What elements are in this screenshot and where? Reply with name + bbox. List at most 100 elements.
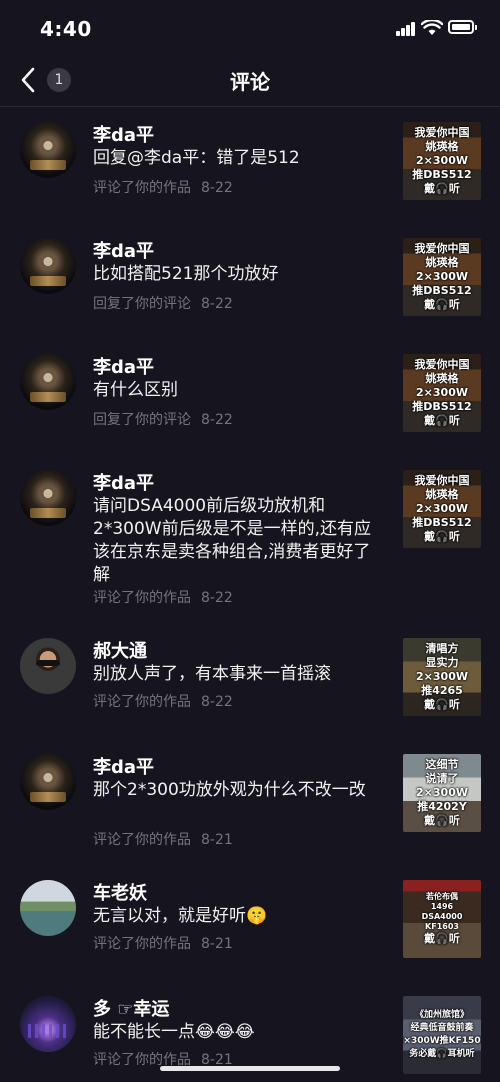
comment-date: 8-22 xyxy=(201,180,233,196)
page-title: 评论 xyxy=(230,70,270,94)
thumb-caption: 推DBS512 xyxy=(412,516,472,529)
thumb-caption: 务必戴🎧耳机听 xyxy=(409,1049,475,1059)
avatar[interactable] xyxy=(20,122,76,178)
thumb-caption: 姚瑛格 xyxy=(425,140,459,153)
thumb-caption: 2×300W推KF1503 xyxy=(403,1036,481,1046)
comment-meta: 评论了你的作品 8-21 xyxy=(93,829,243,849)
thumb-caption: 推4265 xyxy=(421,684,463,697)
cellular-signal-icon xyxy=(396,22,416,36)
comment-action: 评论了你的作品 xyxy=(93,180,191,196)
thumb-caption: 推4202Y xyxy=(417,800,467,813)
comment-date: 8-21 xyxy=(201,936,233,952)
thumb-caption: 若伦布偶 xyxy=(426,892,458,901)
comment-meta: 回复了你的评论 8-22 xyxy=(93,293,243,313)
comment-text: 别放人声了，有本事来一首摇滚 xyxy=(93,664,331,684)
video-thumbnail[interactable]: 我爱你中国 姚瑛格 2×300W 推DBS512 戴🎧听 xyxy=(403,354,481,432)
thumb-caption: 我爱你中国 xyxy=(414,358,470,371)
avatar[interactable] xyxy=(20,354,76,410)
thumb-caption: 显实力 xyxy=(425,656,459,669)
thumb-caption: 2×300W xyxy=(416,270,468,283)
thumb-caption: 姚瑛格 xyxy=(425,256,459,269)
thumb-caption: 这细节 xyxy=(425,758,459,771)
thumb-caption: 姚瑛格 xyxy=(425,488,459,501)
thumb-caption: 推DBS512 xyxy=(412,168,472,181)
comment-text: 回复@李da平：错了是512 xyxy=(93,148,300,168)
comment-meta: 回复了你的评论 8-22 xyxy=(93,409,243,429)
thumb-caption: 2×300W xyxy=(416,786,468,799)
comment-meta: 评论了你的作品 8-22 xyxy=(93,587,243,607)
nav-bar: 1 评论 xyxy=(0,56,500,107)
video-thumbnail[interactable]: 若伦布偶 1496 DSA4000 KF1603 戴🎧听 xyxy=(403,880,481,958)
thumb-caption: KF1603 xyxy=(425,922,459,931)
avatar[interactable] xyxy=(20,996,76,1052)
comment-action: 回复了你的评论 xyxy=(93,296,191,312)
commenter-name[interactable]: 车老妖 xyxy=(93,879,147,905)
video-thumbnail[interactable]: 清唱方 显实力 2×300W 推4265 戴🎧听 xyxy=(403,638,481,716)
comment-action: 评论了你的作品 xyxy=(93,590,191,606)
avatar[interactable] xyxy=(20,470,76,526)
thumb-caption: 戴🎧听 xyxy=(424,414,460,427)
thumb-caption: 戴🎧听 xyxy=(424,814,460,827)
comment-text: 那个2*300功放外观为什么不改一改 xyxy=(93,780,366,800)
thumb-caption: 推DBS512 xyxy=(412,400,472,413)
commenter-name[interactable]: 李da平 xyxy=(93,353,154,379)
thumb-caption: 1496 xyxy=(430,902,454,911)
comment-text: 请问DSA4000前后级功放机和2*300W前后级是不是一样的,还有应该在京东是… xyxy=(93,496,371,585)
comment-meta: 评论了你的作品 8-22 xyxy=(93,177,243,197)
status-time: 4:40 xyxy=(40,17,92,41)
comment-text: 能不能长一点😂😂😂 xyxy=(93,1022,255,1042)
thumb-caption: 清唱方 xyxy=(425,642,459,655)
comment-date: 8-22 xyxy=(201,412,233,428)
wifi-icon xyxy=(421,20,443,35)
commenter-name[interactable]: 李da平 xyxy=(93,753,154,779)
thumb-caption: 2×300W xyxy=(416,154,468,167)
thumb-caption: 戴🎧听 xyxy=(424,298,460,311)
comment-action: 评论了你的作品 xyxy=(93,936,191,952)
thumb-caption: 《加州旅馆》 xyxy=(414,1010,469,1020)
thumb-caption: 我爱你中国 xyxy=(414,126,470,139)
comment-action: 评论了你的作品 xyxy=(93,832,191,848)
thumb-caption: 戴🎧听 xyxy=(424,530,460,543)
battery-icon xyxy=(448,20,477,34)
commenter-name[interactable]: 多 ☞幸运 xyxy=(93,995,169,1021)
thumb-caption: 戴🎧听 xyxy=(424,698,460,711)
comment-action: 评论了你的作品 xyxy=(93,694,191,710)
thumb-caption: 经典低音鼓前奏 xyxy=(410,1023,474,1033)
video-thumbnail[interactable]: 我爱你中国 姚瑛格 2×300W 推DBS512 戴🎧听 xyxy=(403,238,481,316)
avatar[interactable] xyxy=(20,638,76,694)
thumb-caption: DSA4000 xyxy=(421,912,463,921)
commenter-name[interactable]: 李da平 xyxy=(93,237,154,263)
home-indicator[interactable] xyxy=(160,1066,340,1071)
video-thumbnail[interactable]: 我爱你中国 姚瑛格 2×300W 推DBS512 戴🎧听 xyxy=(403,470,481,548)
commenter-name[interactable]: 李da平 xyxy=(93,121,154,147)
comment-text: 有什么区别 xyxy=(93,380,178,400)
thumb-caption: 姚瑛格 xyxy=(425,372,459,385)
thumb-caption: 2×300W xyxy=(416,386,468,399)
comment-date: 8-22 xyxy=(201,296,233,312)
comment-date: 8-22 xyxy=(201,694,233,710)
thumb-caption: 我爱你中国 xyxy=(414,242,470,255)
commenter-name[interactable]: 李da平 xyxy=(93,469,154,495)
comment-meta: 评论了你的作品 8-21 xyxy=(93,933,243,953)
thumb-caption: 2×300W xyxy=(416,670,468,683)
avatar[interactable] xyxy=(20,754,76,810)
video-thumbnail[interactable]: 这细节 说请了 2×300W 推4202Y 戴🎧听 xyxy=(403,754,481,832)
commenter-name[interactable]: 郝大通 xyxy=(93,637,147,663)
comment-date: 8-22 xyxy=(201,590,233,606)
thumb-caption: 推DBS512 xyxy=(412,284,472,297)
comment-text: 比如搭配521那个功放好 xyxy=(93,264,279,284)
comment-meta: 评论了你的作品 8-22 xyxy=(93,691,243,711)
status-bar: 4:40 xyxy=(0,0,500,60)
thumb-caption: 戴🎧听 xyxy=(424,932,460,945)
avatar[interactable] xyxy=(20,880,76,936)
thumb-caption: 说请了 xyxy=(425,772,459,785)
thumb-caption: 2×300W xyxy=(416,502,468,515)
comment-date: 8-21 xyxy=(201,832,233,848)
thumb-caption: 我爱你中国 xyxy=(414,474,470,487)
video-thumbnail[interactable]: 我爱你中国 姚瑛格 2×300W 推DBS512 戴🎧听 xyxy=(403,122,481,200)
comment-text: 无言以对，就是好听🤫 xyxy=(93,906,268,926)
avatar[interactable] xyxy=(20,238,76,294)
video-thumbnail[interactable]: 《加州旅馆》 经典低音鼓前奏 2×300W推KF1503 务必戴🎧耳机听 xyxy=(403,996,481,1074)
comment-action: 回复了你的评论 xyxy=(93,412,191,428)
thumb-caption: 戴🎧听 xyxy=(424,182,460,195)
